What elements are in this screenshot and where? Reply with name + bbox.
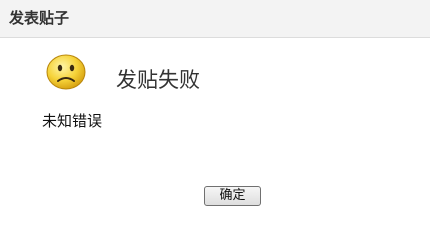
ok-button[interactable]: 确定 bbox=[204, 186, 261, 206]
dialog-title-bar: 发表贴子 bbox=[0, 0, 430, 38]
message-detail: 未知错误 bbox=[42, 112, 103, 130]
message-title: 发贴失败 bbox=[116, 68, 200, 92]
sad-face-icon bbox=[46, 54, 86, 90]
post-result-dialog: 发表贴子 发贴失败 未知错误 确定 bbox=[0, 0, 430, 238]
dialog-title: 发表贴子 bbox=[9, 9, 70, 27]
